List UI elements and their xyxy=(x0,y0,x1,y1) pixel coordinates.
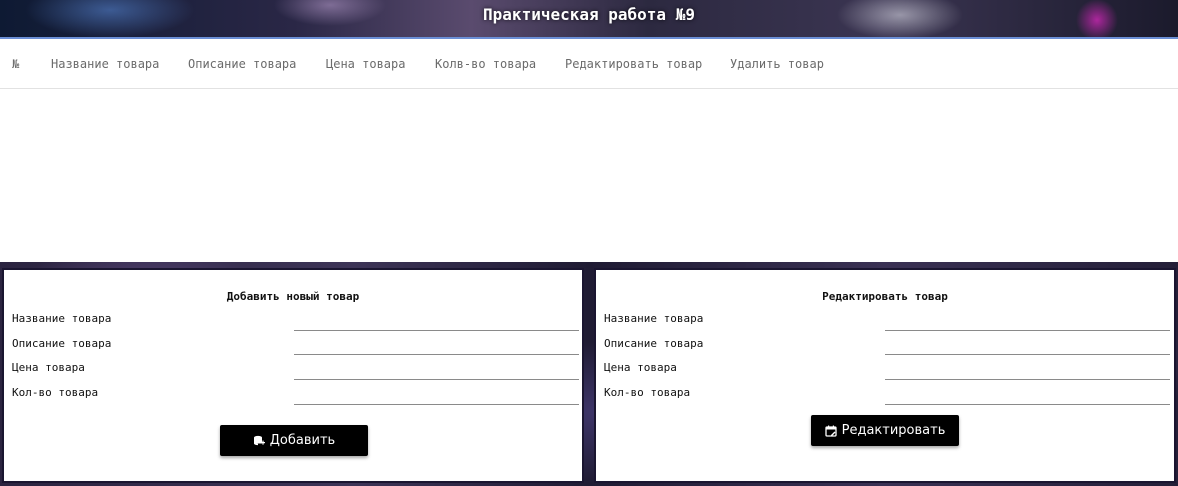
products-table-header: № Название товара Описание товара Цена т… xyxy=(0,41,1178,89)
page-title: Практическая работа №9 xyxy=(483,5,695,24)
edit-button[interactable]: Редактировать xyxy=(811,415,959,446)
column-header-edit: Редактировать товар xyxy=(565,57,703,71)
column-header-description: Описание товара xyxy=(188,57,297,71)
add-name-label: Название товара xyxy=(12,312,112,325)
edit-description-input[interactable] xyxy=(885,341,1170,355)
add-button[interactable]: Добавить xyxy=(220,425,368,456)
add-name-input[interactable] xyxy=(294,317,579,331)
add-product-form: Добавить новый товар Название товара Опи… xyxy=(2,268,584,483)
edit-price-label: Цена товара xyxy=(604,361,677,374)
edit-quantity-input[interactable] xyxy=(885,391,1170,405)
add-button-label: Добавить xyxy=(269,433,336,448)
column-header-name: Название товара xyxy=(51,57,160,71)
edit-name-label: Название товара xyxy=(604,312,704,325)
column-header-quantity: Колв-во товара xyxy=(435,57,537,71)
column-header-number: № xyxy=(12,57,20,71)
add-quantity-input[interactable] xyxy=(294,391,579,405)
database-add-icon xyxy=(253,435,265,445)
add-description-label: Описание товара xyxy=(12,337,112,350)
add-price-label: Цена товара xyxy=(12,361,85,374)
column-header-price: Цена товара xyxy=(326,57,406,71)
add-price-input[interactable] xyxy=(294,366,579,380)
edit-name-input[interactable] xyxy=(885,317,1170,331)
edit-button-label: Редактировать xyxy=(841,423,946,438)
edit-form-title: Редактировать товар xyxy=(822,290,948,303)
edit-product-form: Редактировать товар Название товара Опис… xyxy=(594,268,1176,483)
edit-description-label: Описание товара xyxy=(604,337,704,350)
column-header-delete: Удалить товар xyxy=(730,57,824,71)
edit-quantity-label: Кол-во товара xyxy=(604,386,691,399)
add-form-title: Добавить новый товар xyxy=(226,290,360,303)
edit-price-input[interactable] xyxy=(885,366,1170,380)
add-description-input[interactable] xyxy=(294,341,579,355)
add-quantity-label: Кол-во товара xyxy=(12,386,99,399)
calendar-edit-icon xyxy=(824,425,837,437)
header-banner: Практическая работа №9 xyxy=(0,0,1178,39)
